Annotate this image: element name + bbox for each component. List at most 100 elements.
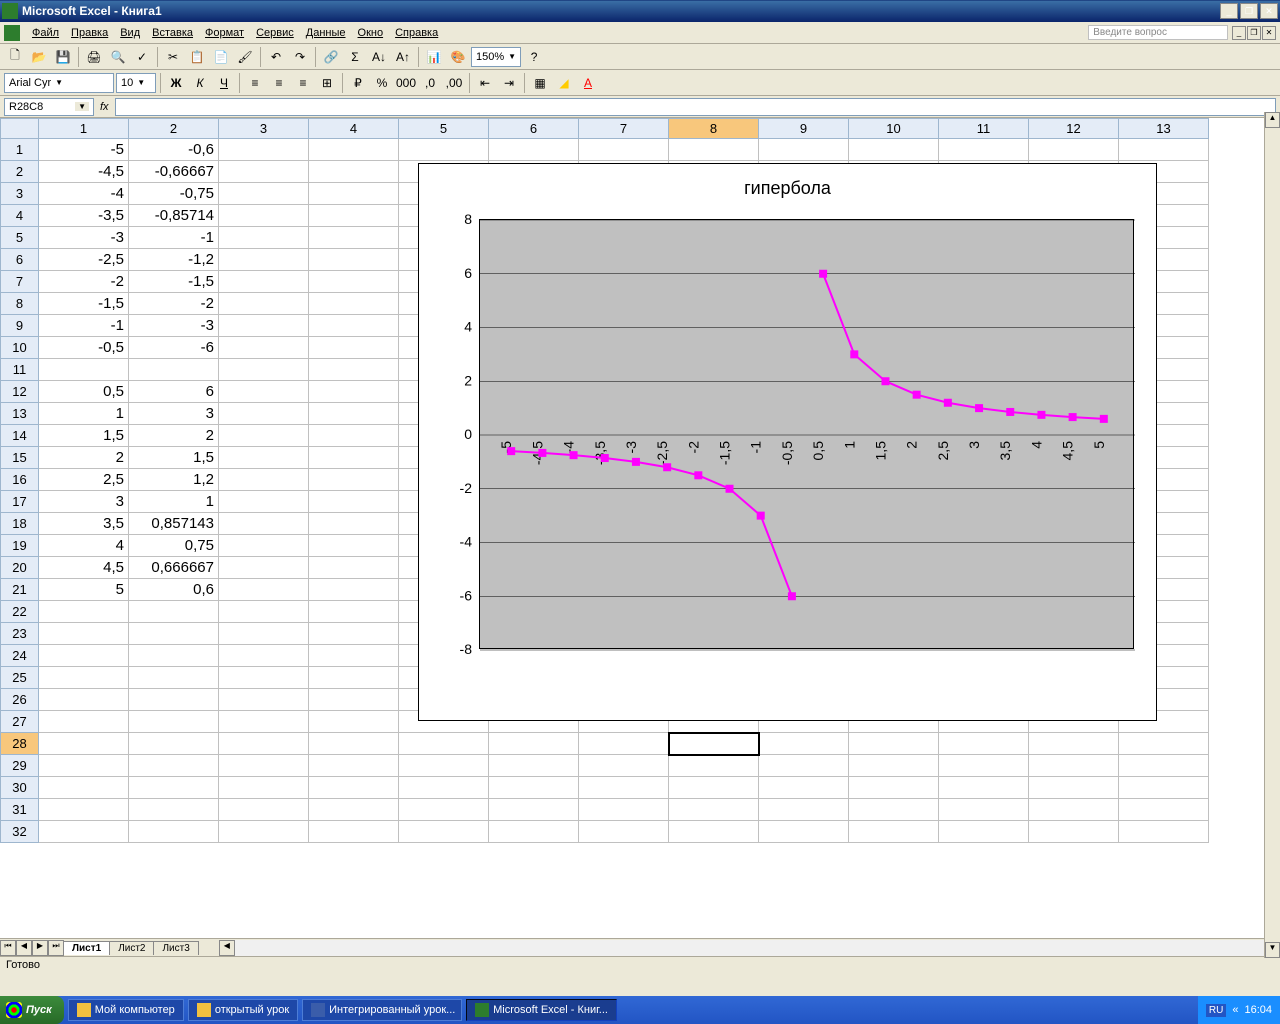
cell[interactable]: 5 [39,579,129,601]
merge-icon[interactable]: ⊞ [316,72,338,94]
format-painter-icon[interactable]: 🖌 [234,46,256,68]
cell[interactable] [939,777,1029,799]
dec-decimal-icon[interactable]: ,00 [443,72,465,94]
cell[interactable] [669,799,759,821]
font-color-icon[interactable]: A [577,72,599,94]
help-search[interactable]: Введите вопрос [1088,25,1228,40]
cell[interactable]: 1,5 [39,425,129,447]
cell[interactable] [1029,821,1119,843]
inc-indent-icon[interactable]: ⇥ [498,72,520,94]
row-header[interactable]: 2 [1,161,39,183]
fill-color-icon[interactable]: ◢ [553,72,575,94]
row-header[interactable]: 19 [1,535,39,557]
cell[interactable] [309,579,399,601]
cell[interactable]: 2,5 [39,469,129,491]
sort-desc-icon[interactable]: A↑ [392,46,414,68]
cell[interactable] [309,733,399,755]
cell[interactable] [399,777,489,799]
cell[interactable]: 4 [39,535,129,557]
cell[interactable] [129,623,219,645]
cell[interactable] [219,469,309,491]
cell[interactable]: 2 [39,447,129,469]
fontsize-combo[interactable]: 10▼ [116,73,156,93]
start-button[interactable]: Пуск [0,996,64,1024]
cell[interactable] [219,535,309,557]
cell[interactable]: -5 [39,139,129,161]
cell[interactable] [219,777,309,799]
cell[interactable] [309,711,399,733]
menu-tools[interactable]: Сервис [250,25,300,41]
cell[interactable] [39,711,129,733]
formula-input[interactable] [115,98,1276,116]
cell[interactable] [219,359,309,381]
cell[interactable]: -1,2 [129,249,219,271]
column-header[interactable]: 10 [849,119,939,139]
underline-icon[interactable]: Ч [213,72,235,94]
cell[interactable] [39,645,129,667]
cell[interactable] [219,249,309,271]
menu-help[interactable]: Справка [389,25,444,41]
cell[interactable] [219,821,309,843]
tab-last-icon[interactable]: ⏭ [48,940,64,956]
row-header[interactable]: 4 [1,205,39,227]
column-header[interactable]: 5 [399,119,489,139]
menu-edit[interactable]: Правка [65,25,114,41]
cell[interactable] [669,755,759,777]
cell[interactable] [759,777,849,799]
cell[interactable] [309,777,399,799]
taskbar-item-3[interactable]: Microsoft Excel - Книг... [466,999,617,1021]
cell[interactable] [219,645,309,667]
cell[interactable] [219,139,309,161]
cell[interactable] [129,689,219,711]
cell[interactable] [39,667,129,689]
cell[interactable] [309,469,399,491]
cell[interactable] [129,799,219,821]
row-header[interactable]: 18 [1,513,39,535]
cell[interactable] [489,139,579,161]
row-header[interactable]: 14 [1,425,39,447]
cell[interactable] [39,359,129,381]
scroll-up-icon[interactable]: ▲ [1265,112,1280,128]
cell[interactable] [309,139,399,161]
cell[interactable] [309,491,399,513]
column-header[interactable]: 1 [39,119,129,139]
cell[interactable]: 1 [129,491,219,513]
minimize-button[interactable]: _ [1220,3,1238,19]
row-header[interactable]: 24 [1,645,39,667]
row-header[interactable]: 27 [1,711,39,733]
row-header[interactable]: 8 [1,293,39,315]
cell[interactable] [309,271,399,293]
cell[interactable] [129,645,219,667]
cell[interactable] [669,733,759,755]
cell[interactable] [1119,139,1209,161]
scroll-down-icon[interactable]: ▼ [1265,942,1280,958]
cut-icon[interactable]: ✂ [162,46,184,68]
row-header[interactable]: 30 [1,777,39,799]
cell[interactable] [849,139,939,161]
cell[interactable]: -3 [129,315,219,337]
cell[interactable]: 0,857143 [129,513,219,535]
cell[interactable] [849,777,939,799]
cell[interactable] [579,799,669,821]
cell[interactable]: 0,5 [39,381,129,403]
cell[interactable]: 0,6 [129,579,219,601]
cell[interactable] [759,139,849,161]
cell[interactable] [309,557,399,579]
cell[interactable] [939,799,1029,821]
cell[interactable] [219,667,309,689]
row-header[interactable]: 21 [1,579,39,601]
cell[interactable]: -2,5 [39,249,129,271]
cell[interactable]: 0,666667 [129,557,219,579]
row-header[interactable]: 28 [1,733,39,755]
column-header[interactable]: 8 [669,119,759,139]
maximize-button[interactable]: ❐ [1240,3,1258,19]
row-header[interactable]: 29 [1,755,39,777]
row-header[interactable]: 13 [1,403,39,425]
italic-icon[interactable]: К [189,72,211,94]
cell[interactable] [309,205,399,227]
sheet-tab-1[interactable]: Лист1 [63,941,110,955]
cell[interactable] [309,403,399,425]
tab-next-icon[interactable]: ▶ [32,940,48,956]
column-header[interactable]: 9 [759,119,849,139]
cell[interactable] [309,183,399,205]
